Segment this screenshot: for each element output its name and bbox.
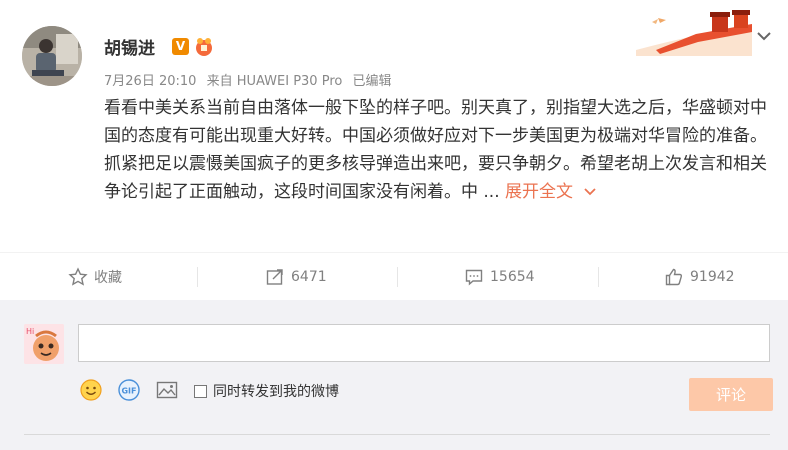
action-divider bbox=[598, 267, 599, 287]
expand-full-text-label[interactable]: 展开全文 bbox=[505, 182, 573, 202]
svg-text:Hi: Hi bbox=[26, 327, 34, 336]
post-date[interactable]: 7月26日 20:10 bbox=[104, 74, 196, 89]
thumbs-up-icon bbox=[665, 268, 683, 286]
star-icon bbox=[68, 267, 88, 286]
medal-icon[interactable] bbox=[193, 36, 215, 58]
username[interactable]: 胡锡进 bbox=[104, 34, 155, 59]
gif-icon-label: GIF bbox=[121, 387, 136, 396]
verified-v-badge[interactable]: V bbox=[172, 38, 189, 55]
comment-icon bbox=[465, 269, 483, 286]
repost-button[interactable]: 6471 bbox=[265, 253, 327, 301]
image-icon[interactable] bbox=[155, 378, 179, 402]
post-menu-chevron-icon[interactable] bbox=[754, 26, 774, 46]
edited-tag[interactable]: 已编辑 bbox=[352, 74, 391, 89]
great-wall-banner-icon bbox=[636, 6, 752, 56]
repost-checkbox-label[interactable]: 同时转发到我的微博 bbox=[213, 381, 339, 401]
favorite-label[interactable]: 收藏 bbox=[94, 267, 122, 287]
action-divider bbox=[197, 267, 198, 287]
comment-button[interactable]: 15654 bbox=[464, 253, 535, 301]
like-count[interactable]: 91942 bbox=[690, 269, 735, 285]
expand-chevron-icon[interactable] bbox=[583, 187, 597, 197]
current-user-avatar[interactable]: Hi bbox=[24, 324, 64, 364]
emoji-icon[interactable] bbox=[79, 378, 103, 402]
post-source: 来自 HUAWEI P30 Pro bbox=[206, 74, 343, 89]
post-meta: 7月26日 20:10 来自 HUAWEI P30 Pro 已编辑 bbox=[104, 70, 398, 89]
post-paragraph-2-text: 抓紧把足以震慑美国疯子的更多核导弹造出来吧，要只争朝夕。希望老胡上次发言和相关争… bbox=[104, 154, 767, 202]
composer-divider bbox=[24, 434, 770, 435]
weibo-post-card: 胡锡进 V 7月26日 20:10 来自 HUAWEI P30 Pro 已编辑 bbox=[0, 0, 788, 450]
comment-input[interactable] bbox=[78, 324, 770, 362]
post-paragraph-1: 看看中美关系当前自由落体一般下坠的样子吧。别天真了，别指望大选之后，华盛顿对中国… bbox=[104, 98, 767, 146]
expand-full-text-link[interactable]: 展开全文 bbox=[505, 182, 597, 202]
gif-icon[interactable]: GIF bbox=[117, 378, 141, 402]
repost-checkbox[interactable] bbox=[194, 384, 207, 398]
repost-icon bbox=[266, 269, 283, 285]
post-content: 看看中美关系当前自由落体一般下坠的样子吧。别天真了，别指望大选之后，华盛顿对中国… bbox=[104, 94, 770, 206]
repost-to-my-weibo-toggle[interactable]: 同时转发到我的微博 bbox=[194, 381, 339, 401]
submit-comment-button[interactable]: 评论 bbox=[689, 378, 773, 411]
repost-count[interactable]: 6471 bbox=[291, 269, 327, 285]
user-avatar[interactable] bbox=[22, 26, 82, 86]
like-button[interactable]: 91942 bbox=[664, 253, 735, 301]
post-paragraph-2: 抓紧把足以震慑美国疯子的更多核导弹造出来吧，要只争朝夕。希望老胡上次发言和相关争… bbox=[104, 150, 770, 206]
favorite-button[interactable]: 收藏 bbox=[68, 253, 122, 301]
comment-composer: Hi GIF 同时转发到我的微博 评论 bbox=[0, 300, 788, 450]
comment-count[interactable]: 15654 bbox=[490, 269, 535, 285]
action-bar: 收藏 6471 15654 91942 bbox=[0, 252, 788, 301]
action-divider bbox=[397, 267, 398, 287]
